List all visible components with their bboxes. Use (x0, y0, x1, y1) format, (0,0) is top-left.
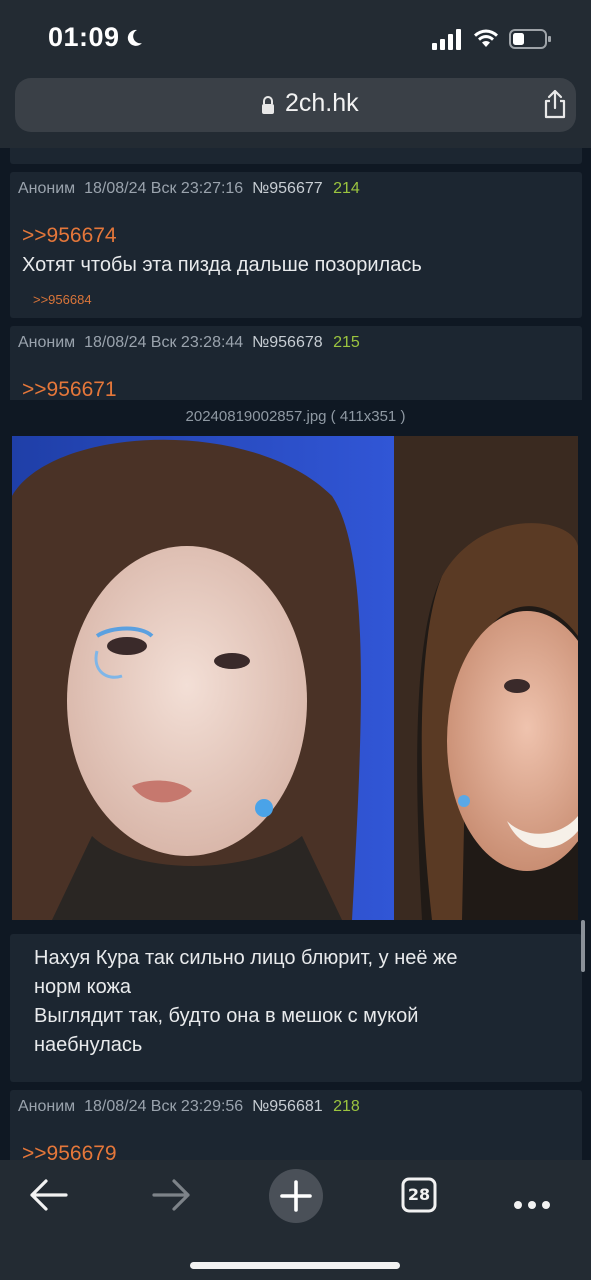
cellular-signal-icon (432, 29, 461, 50)
backlink[interactable]: >>956684 (33, 292, 92, 307)
reply-link[interactable]: >>956679 (22, 1142, 117, 1160)
address-bar-area: 2ch.hk (0, 78, 591, 148)
battery-icon (509, 29, 551, 49)
attached-image[interactable] (12, 436, 578, 920)
scrollbar[interactable] (581, 920, 585, 972)
back-arrow-icon[interactable] (26, 1170, 70, 1220)
post-header: Аноним 18/08/24 Вск 23:27:16 №956677 214 (18, 180, 360, 198)
status-time: 01:09 (48, 22, 120, 52)
url-text: 2ch.hk (285, 89, 359, 117)
post: Аноним 18/08/24 Вск 23:28:44 №956678 215… (10, 326, 582, 406)
post-author: Аноним (18, 180, 76, 197)
post-partial (10, 148, 582, 164)
post-date: 18/08/24 Вск 23:27:16 (84, 180, 244, 197)
post-count: 214 (333, 180, 360, 197)
post-number[interactable]: №956677 (252, 180, 323, 197)
post-text-line: Выглядит так, будто она в мешок с мукой (34, 1005, 419, 1027)
wifi-icon (474, 29, 498, 47)
reply-link[interactable]: >>956674 (22, 224, 117, 248)
post-date: 18/08/24 Вск 23:28:44 (84, 334, 244, 351)
post-count: 218 (333, 1098, 360, 1115)
thread-content[interactable]: Аноним 18/08/24 Вск 23:27:16 №956677 214… (0, 148, 591, 1160)
post: Аноним 18/08/24 Вск 23:27:16 №956677 214… (10, 172, 582, 318)
forward-arrow-icon[interactable] (150, 1170, 194, 1220)
tabs-icon[interactable]: 28 (401, 1177, 437, 1213)
browser-toolbar: 28 (0, 1160, 591, 1280)
post-text-line: норм кожа (34, 976, 131, 998)
post-number[interactable]: №956681 (252, 1098, 323, 1115)
more-icon[interactable] (510, 1170, 554, 1220)
post-number[interactable]: №956678 (252, 334, 323, 351)
post-text: Хотят чтобы эта пизда дальше позорилась (22, 254, 422, 276)
post: Нахуя Кура так сильно лицо блюрит, у неё… (10, 934, 582, 1082)
reply-link[interactable]: >>956671 (22, 378, 117, 402)
post-text-line: наебнулась (34, 1034, 143, 1056)
lock-icon (262, 96, 274, 114)
home-indicator[interactable] (190, 1262, 400, 1269)
image-caption: 20240819002857.jpg ( 411x351 ) (185, 408, 406, 425)
address-bar[interactable]: 2ch.hk (15, 78, 576, 132)
post-author: Аноним (18, 334, 76, 351)
status-bar: 01:09 (0, 0, 591, 78)
image-lightbox[interactable]: 20240819002857.jpg ( 411x351 ) (0, 400, 591, 930)
post-text-line: Нахуя Кура так сильно лицо блюрит, у неё… (34, 947, 458, 969)
moon-icon (127, 29, 142, 46)
share-icon[interactable] (542, 89, 568, 119)
post-header: Аноним 18/08/24 Вск 23:29:56 №956681 218 (18, 1098, 360, 1116)
post-author: Аноним (18, 1098, 76, 1115)
post: Аноним 18/08/24 Вск 23:29:56 №956681 218… (10, 1090, 582, 1160)
post-date: 18/08/24 Вск 23:29:56 (84, 1098, 244, 1115)
post-header: Аноним 18/08/24 Вск 23:28:44 №956678 215 (18, 334, 360, 352)
post-count: 215 (333, 334, 360, 351)
new-tab-plus-icon[interactable] (268, 1168, 324, 1224)
tabs-count: 28 (407, 1185, 431, 1204)
